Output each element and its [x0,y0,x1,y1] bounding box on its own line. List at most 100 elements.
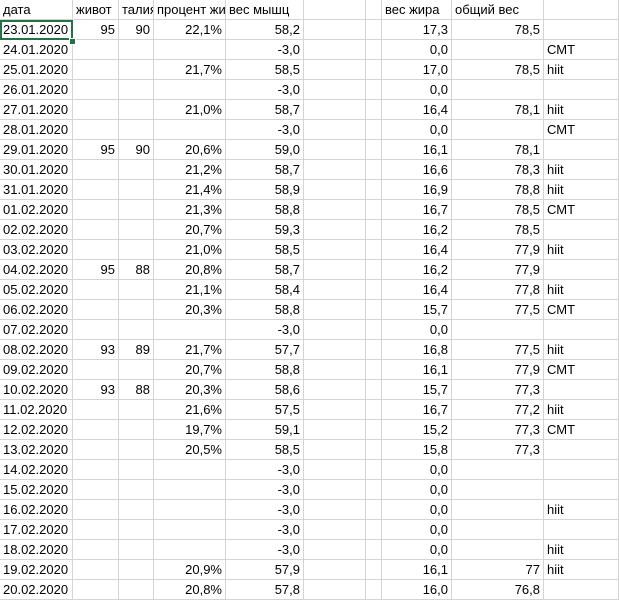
total-weight-cell[interactable] [452,520,544,540]
date-cell[interactable]: 12.02.2020 [0,420,73,440]
date-cell[interactable]: 26.01.2020 [0,80,73,100]
waist-cell[interactable] [119,280,154,300]
fat-percent-cell[interactable]: 20,7% [154,220,226,240]
activity-cell[interactable] [544,460,619,480]
date-cell[interactable]: 30.01.2020 [0,160,73,180]
header-cell-activity[interactable] [544,0,619,20]
fat-weight-cell[interactable]: 15,7 [382,380,452,400]
total-weight-cell[interactable]: 77 [452,560,544,580]
belly-cell[interactable] [73,580,119,600]
fat-weight-cell[interactable]: 17,3 [382,20,452,40]
total-weight-cell[interactable]: 78,1 [452,100,544,120]
muscle-weight-cell[interactable]: 58,5 [226,440,304,460]
muscle-weight-cell[interactable]: 57,5 [226,400,304,420]
empty-cell[interactable] [366,80,382,100]
empty-cell[interactable] [304,100,366,120]
fat-percent-cell[interactable]: 20,3% [154,300,226,320]
header-cell-muscle-weight[interactable]: вес мышц [226,0,304,20]
empty-cell[interactable] [366,580,382,600]
muscle-weight-cell[interactable]: -3,0 [226,80,304,100]
muscle-weight-cell[interactable]: 58,2 [226,20,304,40]
muscle-weight-cell[interactable]: 58,8 [226,360,304,380]
empty-cell[interactable] [304,240,366,260]
empty-cell[interactable] [304,340,366,360]
waist-cell[interactable] [119,360,154,380]
empty-cell[interactable] [304,300,366,320]
belly-cell[interactable] [73,120,119,140]
total-weight-cell[interactable]: 78,5 [452,20,544,40]
empty-cell[interactable] [304,540,366,560]
fat-percent-cell[interactable]: 20,6% [154,140,226,160]
total-weight-cell[interactable]: 78,5 [452,200,544,220]
total-weight-cell[interactable]: 78,8 [452,180,544,200]
empty-cell[interactable] [366,60,382,80]
waist-cell[interactable] [119,120,154,140]
date-cell[interactable]: 13.02.2020 [0,440,73,460]
fat-percent-cell[interactable]: 19,7% [154,420,226,440]
fat-weight-cell[interactable]: 0,0 [382,460,452,480]
waist-cell[interactable]: 90 [119,20,154,40]
date-cell[interactable]: 25.01.2020 [0,60,73,80]
waist-cell[interactable] [119,160,154,180]
empty-cell[interactable] [366,280,382,300]
activity-cell[interactable]: hiit [544,240,619,260]
belly-cell[interactable] [73,240,119,260]
date-cell[interactable]: 03.02.2020 [0,240,73,260]
total-weight-cell[interactable]: 76,8 [452,580,544,600]
total-weight-cell[interactable] [452,540,544,560]
fat-percent-cell[interactable] [154,520,226,540]
empty-cell[interactable] [366,540,382,560]
total-weight-cell[interactable]: 77,5 [452,340,544,360]
total-weight-cell[interactable]: 77,9 [452,240,544,260]
activity-cell[interactable] [544,520,619,540]
empty-cell[interactable] [366,560,382,580]
header-cell-date[interactable]: дата [0,0,73,20]
muscle-weight-cell[interactable]: 58,7 [226,160,304,180]
fat-weight-cell[interactable]: 0,0 [382,520,452,540]
empty-cell[interactable] [366,320,382,340]
empty-cell[interactable] [304,140,366,160]
empty-cell[interactable] [366,300,382,320]
fat-percent-cell[interactable] [154,40,226,60]
muscle-weight-cell[interactable]: -3,0 [226,520,304,540]
total-weight-cell[interactable] [452,80,544,100]
fat-weight-cell[interactable]: 0,0 [382,540,452,560]
fat-weight-cell[interactable]: 15,7 [382,300,452,320]
muscle-weight-cell[interactable]: 58,5 [226,240,304,260]
date-cell[interactable]: 07.02.2020 [0,320,73,340]
empty-cell[interactable] [304,60,366,80]
fill-handle[interactable] [69,38,76,45]
muscle-weight-cell[interactable]: -3,0 [226,500,304,520]
activity-cell[interactable] [544,480,619,500]
date-cell[interactable]: 17.02.2020 [0,520,73,540]
empty-cell[interactable] [304,260,366,280]
empty-cell[interactable] [366,120,382,140]
date-cell[interactable]: 28.01.2020 [0,120,73,140]
waist-cell[interactable] [119,40,154,60]
belly-cell[interactable] [73,160,119,180]
fat-percent-cell[interactable]: 20,9% [154,560,226,580]
muscle-weight-cell[interactable]: -3,0 [226,480,304,500]
activity-cell[interactable]: hiit [544,560,619,580]
waist-cell[interactable] [119,440,154,460]
fat-weight-cell[interactable]: 16,8 [382,340,452,360]
header-cell-belly[interactable]: живот [73,0,119,20]
fat-percent-cell[interactable] [154,460,226,480]
belly-cell[interactable] [73,440,119,460]
belly-cell[interactable] [73,40,119,60]
total-weight-cell[interactable]: 78,1 [452,140,544,160]
fat-weight-cell[interactable]: 16,4 [382,240,452,260]
empty-cell[interactable] [366,180,382,200]
waist-cell[interactable] [119,180,154,200]
muscle-weight-cell[interactable]: -3,0 [226,460,304,480]
activity-cell[interactable]: hiit [544,160,619,180]
fat-percent-cell[interactable]: 20,8% [154,580,226,600]
total-weight-cell[interactable]: 77,3 [452,440,544,460]
waist-cell[interactable] [119,420,154,440]
empty-cell[interactable] [304,460,366,480]
fat-weight-cell[interactable]: 16,4 [382,100,452,120]
empty-cell[interactable] [304,320,366,340]
muscle-weight-cell[interactable]: 58,7 [226,260,304,280]
waist-cell[interactable] [119,200,154,220]
activity-cell[interactable]: СМТ [544,420,619,440]
